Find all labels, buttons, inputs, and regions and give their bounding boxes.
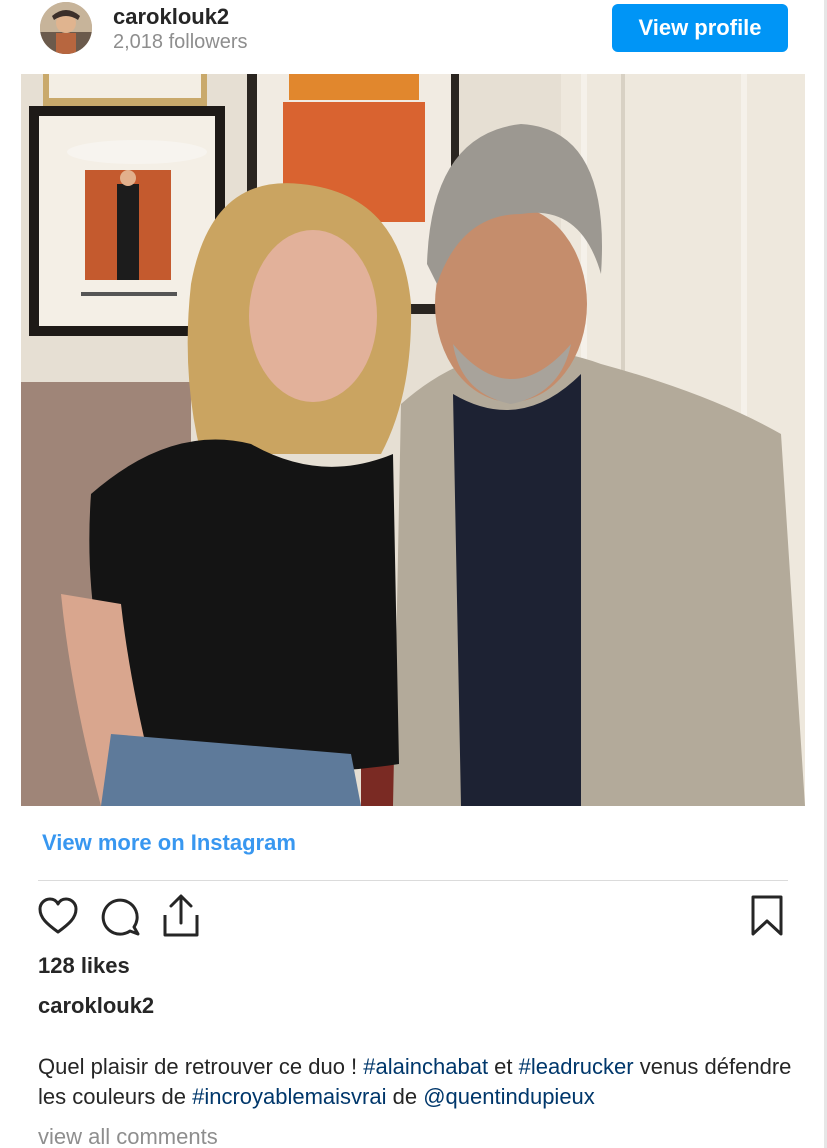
mention-link[interactable]: @quentindupieux — [423, 1084, 595, 1109]
like-count[interactable]: 128 likes — [38, 953, 130, 979]
view-profile-button[interactable]: View profile — [612, 4, 788, 52]
divider — [38, 880, 788, 881]
share-icon[interactable] — [160, 893, 202, 939]
hashtag-link[interactable]: #alainchabat — [363, 1054, 488, 1079]
instagram-embed: caroklouk2 2,018 followers View profile — [0, 0, 827, 1148]
post-header: caroklouk2 2,018 followers View profile — [0, 0, 827, 60]
caption-text: et — [488, 1054, 519, 1079]
caption-text: de — [386, 1084, 424, 1109]
view-all-comments-link[interactable]: view all comments — [38, 1124, 218, 1148]
avatar[interactable] — [40, 2, 92, 54]
post-image[interactable] — [21, 74, 805, 806]
hashtag-link[interactable]: #leadrucker — [519, 1054, 634, 1079]
bookmark-icon[interactable] — [748, 894, 786, 938]
post-caption: Quel plaisir de retrouver ce duo ! #alai… — [38, 1052, 808, 1112]
profile-username[interactable]: caroklouk2 — [113, 4, 229, 30]
follower-count: 2,018 followers — [113, 31, 248, 53]
view-more-on-instagram-link[interactable]: View more on Instagram — [42, 830, 296, 856]
comment-bubble-icon[interactable] — [100, 896, 142, 938]
caption-text: Quel plaisir de retrouver ce duo ! — [38, 1054, 364, 1079]
hashtag-link[interactable]: #incroyablemaisvrai — [192, 1084, 386, 1109]
caption-username[interactable]: caroklouk2 — [38, 993, 154, 1019]
heart-icon[interactable] — [37, 896, 79, 936]
